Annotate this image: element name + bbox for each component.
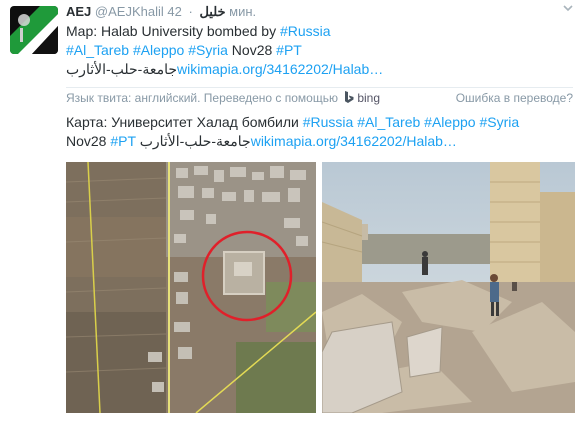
bing-logo-icon [345,91,354,103]
tweet-text-line-1: Map: Halab University bombed by #Russia [66,22,566,41]
media-grid [66,162,575,413]
hashtag-pt[interactable]: #PT [276,42,302,58]
tweet-text-line-3: جامعة-حلب-الأثاربwikimapia.org/34162202/… [66,60,566,79]
wikimapia-link[interactable]: wikimapia.org/34162202/Halab… [177,61,383,77]
tweet: AEJ @AEJKhalil خليل · 42 мин. Map: Halab… [0,0,585,423]
author-handle-suffix: خليل [199,4,226,19]
translated-arabic-text: جامعة-حلب-الأثارب [139,133,251,149]
translated-wikimapia-link[interactable]: wikimapia.org/34162202/Halab… [251,133,457,149]
hashtag-syria-translated[interactable]: #Syria [479,114,519,130]
translation-label: Язык твита: английский. Переведено с пом… [66,91,338,105]
tweet-header: AEJ @AEJKhalil خليل · 42 мин. [66,4,256,20]
hashtag-russia-translated[interactable]: #Russia [303,114,354,130]
satellite-map-photo[interactable] [66,162,316,413]
hashtag-russia[interactable]: #Russia [280,23,331,39]
translated-text: Карта: Университет Халад бомбили [66,114,303,130]
tweet-date: Nov28 [231,42,273,58]
hashtag-aleppo[interactable]: #Aleppo [133,42,184,58]
author-name[interactable]: AEJ [66,4,91,19]
bing-logo[interactable]: bing [344,88,380,108]
translated-date: Nov28 [66,133,107,149]
separator-dot: · [188,4,193,19]
chevron-down-icon[interactable] [561,1,575,15]
author-handle[interactable]: @AEJKhalil [95,4,164,19]
hashtag-al-tareb[interactable]: #Al_Tareb [66,42,129,58]
hashtag-al-tareb-translated[interactable]: #Al_Tareb [357,114,420,130]
translation-bar: Язык твита: английский. Переведено с пом… [66,87,573,108]
rubble-photo[interactable] [322,162,575,413]
translated-text-line-2: Nov28 #PT جامعة-حلب-الأثاربwikimapia.org… [66,132,566,151]
tweet-text-line-2: #Al_Tareb #Aleppo #Syria Nov28 #PT [66,41,566,60]
hashtag-pt-translated[interactable]: #PT [110,133,135,149]
tweet-text: Map: Halab University bombed by [66,23,280,39]
translation-error-link[interactable]: Ошибка в переводе? [456,88,573,108]
hashtag-syria[interactable]: #Syria [188,42,228,58]
translated-text-line-1: Карта: Университет Халад бомбили #Russia… [66,113,566,132]
avatar[interactable] [10,6,58,54]
bing-label: bing [357,91,381,105]
arabic-text: جامعة-حلب-الأثارب [66,61,178,77]
hashtag-aleppo-translated[interactable]: #Aleppo [424,114,475,130]
